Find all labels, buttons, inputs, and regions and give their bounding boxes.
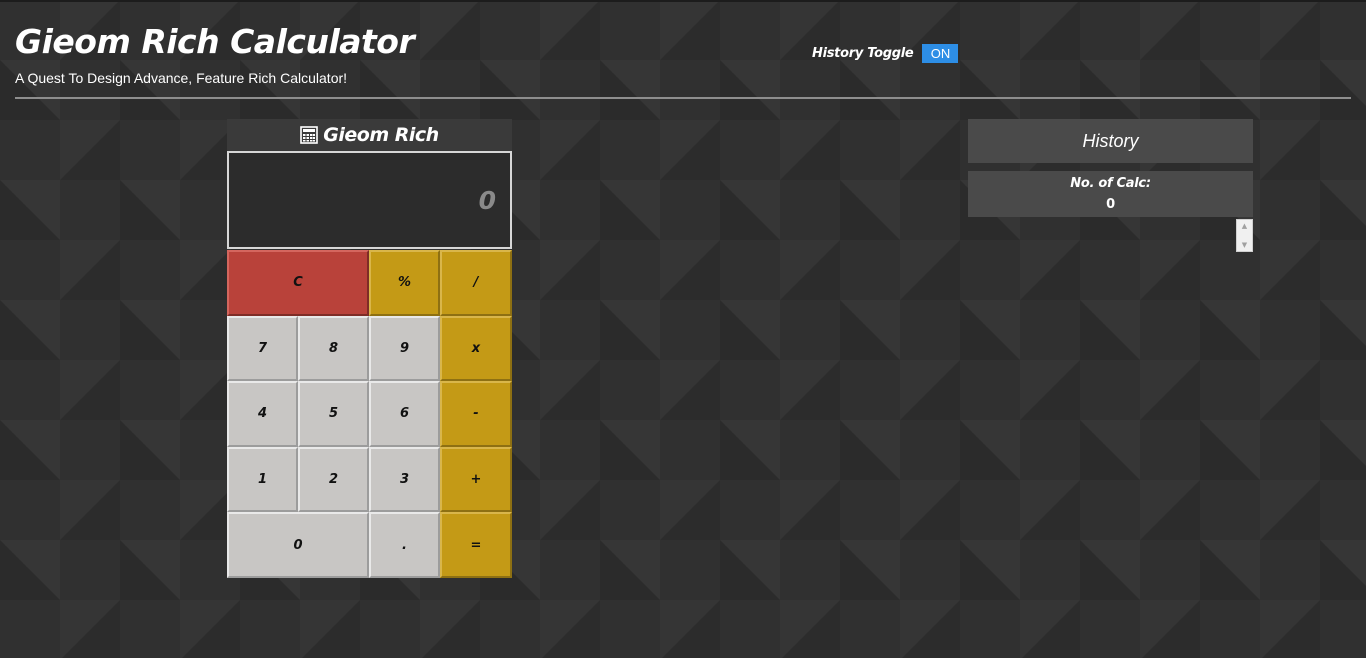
- minus-button[interactable]: -: [440, 381, 512, 447]
- history-toggle-label: History Toggle: [812, 46, 914, 61]
- history-toggle: History Toggle ON: [812, 44, 959, 63]
- digit-3-button[interactable]: 3: [369, 446, 440, 513]
- calculator-keypad: C % / 7 8 9 x 4 5 6 - 1 2 3 + 0 . =: [227, 250, 512, 578]
- percent-button[interactable]: %: [369, 250, 440, 316]
- chevron-up-icon[interactable]: ▲: [1242, 222, 1247, 230]
- digit-8-button[interactable]: 8: [298, 315, 369, 382]
- divide-button[interactable]: /: [440, 250, 512, 316]
- decimal-button[interactable]: .: [369, 512, 440, 578]
- digit-4-button[interactable]: 4: [227, 381, 298, 447]
- history-toggle-button[interactable]: ON: [922, 44, 959, 63]
- calculator-icon: [300, 126, 319, 144]
- equals-button[interactable]: =: [440, 512, 512, 578]
- history-title: History: [968, 119, 1253, 163]
- digit-0-button[interactable]: 0: [227, 512, 369, 578]
- history-panel: History No. of Calc: 0 ▲ ▼: [968, 119, 1253, 252]
- calc-count-label: No. of Calc:: [1070, 176, 1151, 191]
- clear-button[interactable]: C: [227, 250, 369, 316]
- digit-7-button[interactable]: 7: [227, 315, 298, 382]
- digit-5-button[interactable]: 5: [298, 381, 369, 447]
- calc-count-box: No. of Calc: 0: [968, 171, 1253, 217]
- calculator-title: Gieom Rich: [323, 124, 439, 146]
- header-divider: [15, 97, 1351, 99]
- display-value: 0: [478, 185, 496, 215]
- digit-2-button[interactable]: 2: [298, 446, 369, 513]
- page-title: Gieom Rich Calculator: [15, 22, 415, 61]
- multiply-button[interactable]: x: [440, 315, 512, 382]
- calculator-display: 0: [227, 151, 512, 249]
- page-subtitle: A Quest To Design Advance, Feature Rich …: [15, 70, 348, 86]
- plus-button[interactable]: +: [440, 446, 512, 513]
- calculator: Gieom Rich 0 C % / 7 8 9 x 4 5 6 - 1 2 3…: [227, 119, 512, 578]
- calculator-header: Gieom Rich: [227, 119, 512, 151]
- chevron-down-icon[interactable]: ▼: [1242, 241, 1247, 249]
- page-header: Gieom Rich Calculator A Quest To Design …: [15, 20, 415, 86]
- calc-count-value: 0: [1106, 197, 1115, 212]
- digit-1-button[interactable]: 1: [227, 446, 298, 513]
- top-border: [0, 0, 1366, 2]
- digit-9-button[interactable]: 9: [369, 315, 440, 382]
- digit-6-button[interactable]: 6: [369, 381, 440, 447]
- history-scrollbar[interactable]: ▲ ▼: [1236, 219, 1253, 252]
